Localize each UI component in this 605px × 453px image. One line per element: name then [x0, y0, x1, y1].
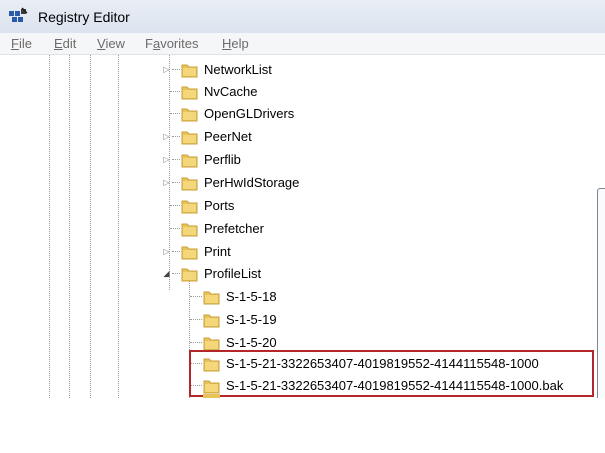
expand-arrow-icon[interactable]: ▷ — [162, 65, 171, 74]
tree-item-opengldrivers[interactable]: OpenGLDrivers — [160, 103, 460, 125]
tree-item-nvcache[interactable]: NvCache — [160, 81, 460, 103]
folder-icon — [203, 291, 220, 305]
expand-arrow-icon[interactable]: ▷ — [162, 178, 171, 187]
tree-item-label: ProfileList — [204, 266, 262, 281]
title-bar: Registry Editor — [0, 0, 605, 33]
tree-item-ports[interactable]: Ports — [160, 195, 460, 217]
tree-guide-line — [69, 55, 70, 398]
tree-item-label: NvCache — [204, 84, 258, 99]
window-title: Registry Editor — [38, 9, 130, 25]
tree-item-label: S-1-5-20 — [226, 335, 277, 350]
tree-item-label: NetworkList — [204, 62, 272, 77]
collapse-arrow-icon[interactable]: ◢ — [162, 269, 171, 278]
folder-icon — [203, 314, 220, 328]
tree-item-label: S-1-5-19 — [226, 312, 277, 327]
menu-file[interactable]: File — [11, 36, 32, 51]
tree-item-label: Prefetcher — [204, 221, 264, 236]
folder-icon — [181, 64, 198, 78]
folder-icon — [181, 86, 198, 100]
tree-item-print[interactable]: ▷ Print — [160, 241, 460, 263]
tree-item-label: OpenGLDrivers — [204, 106, 295, 121]
menu-favorites[interactable]: Favorites — [145, 36, 198, 51]
registry-editor-icon — [9, 7, 28, 22]
menu-bar: File Edit View Favorites Help — [0, 33, 605, 55]
tree-item-s-1-5-18[interactable]: S-1-5-18 — [180, 286, 580, 308]
folder-open-icon — [181, 268, 198, 282]
blank-area — [0, 398, 605, 453]
tree-item-label: PerHwIdStorage — [204, 175, 300, 190]
tree-item-prefetcher[interactable]: Prefetcher — [160, 218, 460, 240]
folder-icon — [181, 223, 198, 237]
menu-view[interactable]: View — [97, 36, 125, 51]
folder-icon — [181, 154, 198, 168]
menu-help[interactable]: Help — [222, 36, 249, 51]
registry-tree[interactable]: ▷ NetworkList NvCache OpenGLDrivers ▷ Pe… — [0, 55, 605, 398]
tree-item-s-1-5-19[interactable]: S-1-5-19 — [180, 309, 580, 331]
tree-item-label: Ports — [204, 198, 235, 213]
expand-arrow-icon[interactable]: ▷ — [162, 132, 171, 141]
tree-item-label: Print — [204, 244, 231, 259]
scrollbar-edge[interactable] — [597, 188, 605, 398]
folder-icon — [181, 177, 198, 191]
tree-item-label: Perflib — [204, 152, 241, 167]
folder-icon — [181, 200, 198, 214]
tree-item-networklist[interactable]: ▷ NetworkList — [160, 59, 460, 81]
folder-icon — [181, 131, 198, 145]
tree-item-perhwidstorage[interactable]: ▷ PerHwIdStorage — [160, 172, 460, 194]
tree-item-label: PeerNet — [204, 129, 252, 144]
tree-guide-line — [90, 55, 91, 398]
tree-guide-line — [118, 55, 119, 398]
highlight-annotation — [189, 350, 594, 397]
menu-edit[interactable]: Edit — [54, 36, 76, 51]
folder-icon — [181, 108, 198, 122]
expand-arrow-icon[interactable]: ▷ — [162, 247, 171, 256]
tree-guide-line — [49, 55, 50, 398]
folder-icon — [203, 337, 220, 351]
tree-item-perflib[interactable]: ▷ Perflib — [160, 149, 460, 171]
tree-item-profilelist[interactable]: ◢ ProfileList — [160, 263, 460, 285]
tree-item-peernet[interactable]: ▷ PeerNet — [160, 126, 460, 148]
folder-icon — [181, 246, 198, 260]
tree-item-label: S-1-5-18 — [226, 289, 277, 304]
expand-arrow-icon[interactable]: ▷ — [162, 155, 171, 164]
